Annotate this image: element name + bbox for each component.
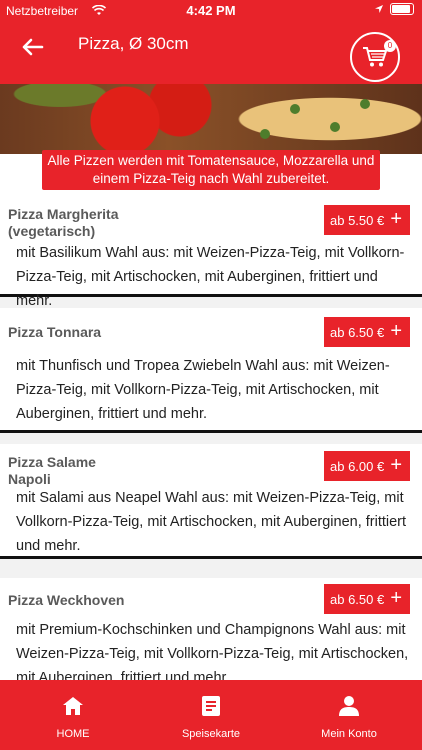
product-name: Pizza Salame Napoli	[8, 454, 96, 487]
add-to-cart-button[interactable]: ab 6.00 € +	[324, 451, 410, 481]
product-price: ab 6.50 €	[330, 592, 385, 607]
plus-icon: +	[390, 587, 402, 609]
app-header: Pizza, Ø 30cm 0	[0, 22, 422, 84]
tab-home-label: HOME	[56, 728, 90, 740]
tab-menu[interactable]: Speisekarte	[141, 680, 281, 750]
add-to-cart-button[interactable]: ab 6.50 € +	[324, 584, 410, 614]
plus-icon: +	[390, 320, 402, 342]
product-name: Pizza Margherita (vegetarisch)	[8, 206, 119, 239]
product-price: ab 6.00 €	[330, 459, 385, 474]
user-icon	[339, 696, 359, 716]
add-to-cart-button[interactable]: ab 6.50 € +	[324, 317, 410, 347]
home-icon	[63, 697, 83, 715]
list-item: Pizza Tonnara ab 6.50 € + mit Thunfisch …	[0, 308, 422, 433]
product-description: mit Basilikum Wahl aus: mit Weizen-Pizza…	[16, 245, 405, 309]
plus-icon: +	[390, 208, 402, 230]
status-right	[374, 3, 414, 15]
battery-icon	[390, 3, 414, 15]
product-description: mit Salami aus Neapel Wahl aus: mit Weiz…	[16, 490, 407, 554]
product-name: Pizza Tonnara	[8, 324, 102, 340]
cart-count-badge: 0	[384, 40, 396, 52]
list-item: Pizza Salame Napoli ab 6.00 € + mit Sala…	[0, 444, 422, 559]
back-arrow-icon[interactable]	[18, 32, 48, 62]
product-price: ab 6.50 €	[330, 325, 385, 340]
tab-home[interactable]: HOME	[3, 680, 143, 750]
pizza-notice-banner: Alle Pizzen werden mit Tomatensauce, Moz…	[42, 150, 380, 190]
bottom-tab-bar: HOME Speisekarte Mein Konto	[0, 680, 422, 750]
tab-menu-label: Speisekarte	[181, 728, 241, 740]
tab-account[interactable]: Mein Konto	[279, 680, 419, 750]
cart-button[interactable]: 0	[350, 32, 400, 82]
status-time: 4:42 PM	[186, 3, 236, 18]
product-price: ab 5.50 €	[330, 213, 385, 228]
list-item: Pizza Margherita (vegetarisch) ab 5.50 €…	[0, 196, 422, 309]
menu-card-icon	[202, 696, 220, 716]
product-name: Pizza Weckhoven	[8, 592, 125, 608]
status-bar: Netzbetreiber 4:42 PM	[0, 0, 422, 22]
location-icon	[375, 5, 383, 13]
plus-icon: +	[390, 454, 402, 476]
page-title: Pizza, Ø 30cm	[78, 34, 189, 53]
add-to-cart-button[interactable]: ab 5.50 € +	[324, 205, 410, 235]
product-description: mit Thunfisch und Tropea Zwiebeln Wahl a…	[16, 358, 390, 422]
tab-account-label: Mein Konto	[321, 728, 377, 740]
